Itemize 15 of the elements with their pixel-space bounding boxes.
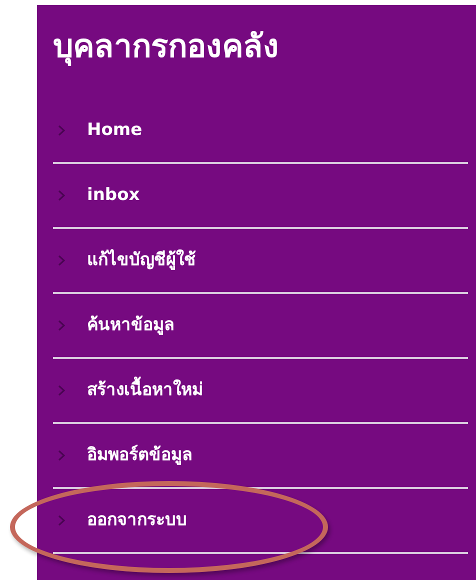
menu-link[interactable]: Home: [87, 118, 142, 144]
chevron-icon: [58, 125, 65, 136]
chevron-icon: [58, 255, 65, 266]
menu-link[interactable]: ออกจากระบบ: [87, 508, 187, 534]
menu-link[interactable]: ค้นหาข้อมูล: [87, 313, 174, 339]
chevron-icon: [58, 515, 65, 526]
menu-link[interactable]: แก้ไขบัญชีผู้ใช้: [87, 248, 196, 274]
sidebar-title: บุคลากรกองคลัง: [53, 27, 280, 66]
menu-link[interactable]: อิมพอร์ตข้อมูล: [87, 443, 192, 469]
chevron-icon: [58, 190, 65, 202]
chevron-icon: [58, 450, 65, 462]
chevron-icon: [58, 320, 65, 332]
menu-link[interactable]: inbox: [87, 183, 140, 209]
chevron-icon: [58, 385, 65, 396]
menu-link[interactable]: สร้างเนื้อหาใหม่: [87, 378, 203, 404]
